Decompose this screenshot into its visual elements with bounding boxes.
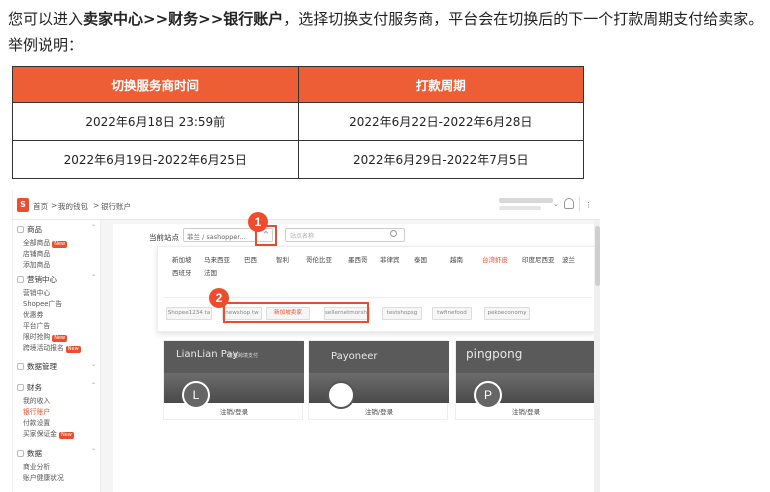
- sidebar-group-data-management[interactable]: 数据管理 ⌄: [17, 361, 96, 372]
- provider-logo: pingpong: [466, 347, 523, 361]
- breadcrumb-separator: >: [93, 201, 100, 210]
- sidebar-item-shopee-ads[interactable]: Shopee广告: [23, 298, 62, 308]
- new-badge: New: [52, 241, 68, 248]
- provider-action-link[interactable]: 注销/登录: [164, 403, 304, 421]
- step-marker-2: 2: [209, 288, 229, 308]
- scrollbar-thumb[interactable]: [595, 226, 600, 286]
- sidebar-group-data[interactable]: 数据 ⌃: [17, 448, 96, 459]
- highlight-box: [223, 302, 369, 323]
- breadcrumb-current: 银行账户: [101, 202, 131, 211]
- breadcrumb-wallet[interactable]: 我的钱包: [58, 201, 88, 212]
- main-panel: 当前站点 菲兰 / sashopper... ^ 站点名称 新加坡 马来西亚 巴…: [113, 212, 600, 492]
- shop-chip[interactable]: testshopsg: [382, 307, 422, 320]
- shop-chip[interactable]: twfinefood: [432, 307, 472, 320]
- sidebar-item-flash-sale[interactable]: 限时抢购 New: [23, 331, 68, 342]
- chevron-down-icon: ⌄: [91, 361, 97, 368]
- provider-action-link[interactable]: 注销/登录: [456, 403, 596, 421]
- intro-paragraph: 您可以进入卖家中心>>财务>>银行账户，选择切换支付服务商，平台会在切换后的下一…: [8, 6, 764, 58]
- chart-icon: [17, 450, 24, 457]
- table-cell: 2022年6月29日-2022年7月5日: [297, 140, 584, 179]
- breadcrumb-separator: >: [51, 201, 58, 210]
- new-badge: New: [58, 432, 74, 439]
- country-option[interactable]: 巴西: [244, 254, 257, 264]
- country-option[interactable]: 马来西亚: [204, 254, 230, 264]
- new-badge: New: [52, 335, 68, 342]
- country-option[interactable]: 印度尼西亚: [522, 254, 555, 264]
- table-cell: 2022年6月18日 23:59前: [12, 102, 299, 141]
- wallet-icon: [17, 384, 24, 391]
- country-option[interactable]: 智利: [276, 254, 289, 264]
- table-row: 2022年6月18日 23:59前 2022年6月22日-2022年6月28日: [12, 102, 584, 141]
- search-icon: [390, 230, 397, 237]
- site-search-input[interactable]: 站点名称: [285, 228, 405, 242]
- sidebar-item-business-insights[interactable]: 商业分析: [23, 461, 50, 471]
- country-option[interactable]: 墨西哥: [348, 254, 368, 264]
- sidebar-item-all-products[interactable]: 全部商品 New: [23, 237, 68, 248]
- user-id-blurred: [499, 206, 541, 210]
- sidebar-group-marketing[interactable]: 营销中心 ⌃: [17, 274, 96, 285]
- current-site-label: 当前站点: [149, 233, 179, 242]
- box-icon: [17, 226, 24, 233]
- country-option[interactable]: 泰国: [414, 254, 427, 264]
- provider-card-lianlian: LianLian Pay 连连跨境支付 L 注销/登录: [163, 340, 304, 421]
- database-icon: [17, 363, 24, 370]
- country-option[interactable]: 哥伦比亚: [306, 254, 332, 264]
- megaphone-icon: [17, 276, 24, 283]
- sidebar-item-vouchers[interactable]: 优惠券: [23, 309, 43, 319]
- top-bar: S 首页 > 我的钱包 > 银行账户 ⌄ ⋮: [13, 190, 600, 220]
- sidebar-item-marketing-center[interactable]: 营销中心: [23, 287, 50, 297]
- shop-chip[interactable]: Shopee1234 ta: [166, 307, 212, 320]
- seller-center-screenshot: S 首页 > 我的钱包 > 银行账户 ⌄ ⋮ 商品 ⌃ 全部商品 New 店铺商品 …: [12, 190, 600, 492]
- sidebar-item-bank-account[interactable]: 银行账户: [23, 406, 50, 416]
- country-option[interactable]: 菲律宾: [380, 254, 400, 264]
- shopee-logo-icon: S: [17, 198, 29, 212]
- sidebar-item-payment-settings[interactable]: 付款设置: [23, 417, 50, 427]
- country-option[interactable]: 越南: [450, 254, 463, 264]
- provider-action-link[interactable]: 注销/登录: [309, 403, 449, 421]
- table-row: 2022年6月19日-2022年6月25日 2022年6月29日-2022年7月…: [12, 140, 584, 179]
- sidebar-item-shop-products[interactable]: 店铺商品: [23, 248, 50, 258]
- table-cell: 2022年6月19日-2022年6月25日: [12, 140, 299, 179]
- provider-card-payoneer: Payoneer 注销/登录: [308, 340, 449, 421]
- new-badge: New: [65, 346, 81, 353]
- intro-path: 卖家中心>>财务>>银行账户: [83, 10, 284, 28]
- step-marker-1: 1: [248, 212, 268, 232]
- breadcrumb-home[interactable]: 首页: [33, 201, 48, 212]
- schedule-table: 切换服务商时间 打款周期 2022年6月18日 23:59前 2022年6月22…: [12, 66, 584, 179]
- sidebar-item-buyer-deposit[interactable]: 买家保证金 New: [23, 428, 74, 439]
- provider-card-pingpong: pingpong P 注销/登录: [455, 340, 596, 421]
- country-option[interactable]: 法国: [204, 267, 217, 277]
- intro-text-1: 您可以进入: [8, 10, 84, 28]
- country-option[interactable]: 新加坡: [172, 254, 192, 264]
- country-option-selected[interactable]: 台湾虾皮: [482, 254, 508, 264]
- header-switch-time: 切换服务商时间: [12, 66, 299, 103]
- chevron-up-icon: ⌃: [91, 274, 97, 281]
- chevron-up-icon: ⌃: [91, 382, 97, 389]
- chevron-up-icon: ⌃: [91, 224, 97, 231]
- sidebar-group-products[interactable]: 商品 ⌃: [17, 224, 96, 235]
- country-option[interactable]: 西班牙: [172, 267, 192, 277]
- bell-icon[interactable]: [564, 198, 574, 209]
- table-cell: 2022年6月22日-2022年6月28日: [297, 102, 584, 141]
- sidebar: 商品 ⌃ 全部商品 New 店铺商品 添加商品 营销中心 ⌃ 营销中心 Shopee广…: [13, 220, 101, 492]
- header-payout-cycle: 打款周期: [297, 66, 584, 103]
- provider-subtitle: 连连跨境支付: [228, 353, 259, 359]
- sidebar-item-add-product[interactable]: 添加商品: [23, 259, 50, 269]
- sidebar-item-my-income[interactable]: 我的收入: [23, 395, 50, 405]
- chevron-down-icon[interactable]: ⌄: [553, 200, 559, 208]
- divider: [579, 197, 580, 211]
- provider-logo: Payoneer: [331, 351, 378, 362]
- country-option[interactable]: 波兰: [562, 254, 575, 264]
- sidebar-item-account-health[interactable]: 账户健康状况: [23, 472, 64, 482]
- shop-chip[interactable]: pekoeconomy: [484, 307, 530, 320]
- sidebar-item-campaigns[interactable]: 跨境活动报名 New: [23, 342, 81, 353]
- table-header-row: 切换服务商时间 打款周期: [12, 66, 584, 103]
- user-name-blurred[interactable]: [499, 198, 553, 203]
- more-menu-icon[interactable]: ⋮: [585, 201, 592, 209]
- sidebar-group-finance[interactable]: 财务 ⌃: [17, 382, 96, 393]
- sidebar-item-platform-ads[interactable]: 平台广告: [23, 320, 50, 330]
- chevron-up-icon: ⌃: [91, 448, 97, 455]
